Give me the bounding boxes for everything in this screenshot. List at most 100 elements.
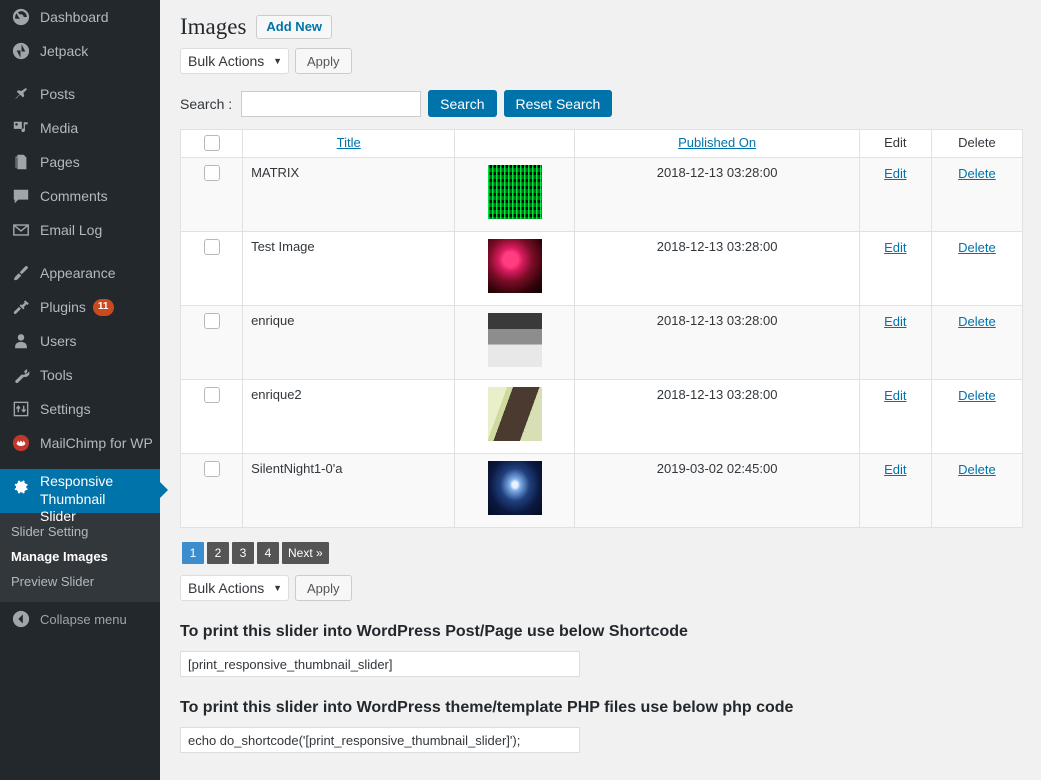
sidebar-separator: [0, 460, 160, 469]
pin-icon: [11, 84, 31, 104]
sidebar-item-responsive-thumbnail-slider[interactable]: Responsive Thumbnail Slider: [0, 469, 168, 524]
row-title: SilentNight1-0'a: [242, 453, 456, 528]
thumbnail-image: [487, 165, 542, 219]
submenu-item-preview-slider[interactable]: Preview Slider: [0, 569, 160, 594]
sidebar-item-comments[interactable]: Comments: [0, 179, 160, 213]
bulk-actions-select-bottom[interactable]: Bulk Actions: [180, 575, 289, 601]
sidebar-submenu: Slider Setting Manage Images Preview Slide…: [0, 513, 160, 602]
page-header: Images Add New: [180, 12, 1041, 41]
sidebar-item-dashboard[interactable]: Dashboard: [0, 0, 160, 34]
row-published-on: 2018-12-13 03:28:00: [574, 157, 860, 232]
add-new-button[interactable]: Add New: [256, 14, 333, 39]
table-row: enrique 2018-12-13 03:28:00 Edit Delete: [180, 305, 1023, 380]
row-delete-cell: Delete: [931, 453, 1023, 528]
delete-link[interactable]: Delete: [958, 388, 996, 403]
edit-link[interactable]: Edit: [884, 314, 906, 329]
sidebar-item-jetpack[interactable]: Jetpack: [0, 34, 160, 68]
plugins-update-badge: 11: [92, 298, 114, 316]
apply-button-top[interactable]: Apply: [295, 48, 352, 74]
delete-link[interactable]: Delete: [958, 462, 996, 477]
bulk-actions-top: Bulk Actions ▼ Apply: [180, 48, 1041, 74]
sidebar-item-label: Comments: [40, 187, 108, 204]
shortcode-input-1[interactable]: [180, 651, 580, 677]
sidebar-item-label: MailChimp for WP: [40, 434, 153, 451]
sidebar-item-email-log[interactable]: Email Log: [0, 213, 160, 247]
comment-icon: [11, 186, 31, 206]
edit-link[interactable]: Edit: [884, 462, 906, 477]
row-title: enrique2: [242, 379, 456, 454]
edit-link[interactable]: Edit: [884, 388, 906, 403]
published-on-sort-link[interactable]: Published On: [678, 135, 756, 150]
row-select-cell: [180, 453, 244, 528]
row-published-on: 2018-12-13 03:28:00: [574, 231, 860, 306]
sidebar-item-label: Settings: [40, 400, 91, 417]
row-checkbox[interactable]: [203, 313, 220, 329]
admin-sidebar: Dashboard Jetpack Posts Media Pages Comments E…: [0, 0, 168, 780]
sidebar-item-appearance[interactable]: Appearance: [0, 256, 160, 290]
sidebar-item-label: Media: [40, 119, 79, 136]
sidebar-item-label: Appearance: [40, 264, 116, 281]
collapse-icon: [11, 610, 31, 628]
bulk-actions-select-wrap-top[interactable]: Bulk Actions ▼: [180, 48, 289, 74]
row-checkbox[interactable]: [203, 387, 220, 403]
sidebar-item-posts[interactable]: Posts: [0, 77, 160, 111]
sidebar-item-users[interactable]: Users: [0, 324, 160, 358]
table-row: Test Image 2018-12-13 03:28:00 Edit Delete: [180, 231, 1023, 306]
php-code-input[interactable]: [180, 727, 580, 753]
row-select-cell: [180, 231, 244, 306]
collapse-menu-button[interactable]: Collapse menu: [0, 602, 160, 636]
mailchimp-icon: [11, 433, 31, 453]
row-thumbnail-cell: [454, 305, 576, 380]
row-delete-cell: Delete: [931, 305, 1023, 380]
thumbnail-image: [487, 461, 542, 515]
row-select-cell: [180, 157, 244, 232]
row-thumbnail-cell: [454, 157, 576, 232]
sidebar-item-media[interactable]: Media: [0, 111, 160, 145]
search-input[interactable]: [241, 90, 422, 117]
row-published-on: 2018-12-13 03:28:00: [574, 305, 860, 380]
sidebar-item-label: Plugins: [40, 298, 86, 315]
delete-link[interactable]: Delete: [958, 314, 996, 329]
delete-link[interactable]: Delete: [958, 166, 996, 181]
delete-link[interactable]: Delete: [958, 240, 996, 255]
row-checkbox[interactable]: [203, 461, 220, 477]
row-edit-cell: Edit: [859, 379, 932, 454]
apply-button-bottom[interactable]: Apply: [295, 575, 352, 601]
thumbnail-header: [454, 129, 576, 158]
sidebar-item-mailchimp-for-wp[interactable]: MailChimp for WP: [0, 426, 160, 460]
page-button-2[interactable]: 2: [207, 542, 229, 564]
row-checkbox[interactable]: [203, 165, 220, 181]
bulk-actions-select-wrap-bottom[interactable]: Bulk Actions ▼: [180, 575, 289, 601]
page-button-4[interactable]: 4: [257, 542, 279, 564]
page-button-1[interactable]: 1: [182, 542, 204, 564]
thumbnail-image: [487, 387, 542, 441]
edit-link[interactable]: Edit: [884, 166, 906, 181]
next-page-button[interactable]: Next »: [282, 542, 329, 564]
published-on-header[interactable]: Published On: [574, 129, 860, 158]
row-title: enrique: [242, 305, 456, 380]
images-table: Title Published On Edit Delete MATRIX 201…: [180, 129, 1023, 528]
title-sort-link[interactable]: Title: [337, 135, 361, 150]
sidebar-item-settings[interactable]: Settings: [0, 392, 160, 426]
reset-search-button[interactable]: Reset Search: [503, 90, 613, 117]
submenu-item-manage-images[interactable]: Manage Images: [0, 544, 160, 569]
bulk-actions-select-top[interactable]: Bulk Actions: [180, 48, 289, 74]
sidebar-item-plugins[interactable]: Plugins 11: [0, 290, 160, 324]
table-row: enrique2 2018-12-13 03:28:00 Edit Delete: [180, 379, 1023, 454]
sidebar-item-pages[interactable]: Pages: [0, 145, 160, 179]
search-button[interactable]: Search: [428, 90, 497, 117]
table-head: Title Published On Edit Delete: [180, 129, 1023, 158]
sidebar-item-tools[interactable]: Tools: [0, 358, 160, 392]
table-row: MATRIX 2018-12-13 03:28:00 Edit Delete: [180, 157, 1023, 232]
row-checkbox[interactable]: [203, 239, 220, 255]
row-title: Test Image: [242, 231, 456, 306]
row-edit-cell: Edit: [859, 231, 932, 306]
title-header[interactable]: Title: [242, 129, 456, 158]
select-all-checkbox[interactable]: [203, 135, 220, 151]
page-button-3[interactable]: 3: [232, 542, 254, 564]
row-thumbnail-cell: [454, 379, 576, 454]
table-row: SilentNight1-0'a 2019-03-02 02:45:00 Edit D…: [180, 453, 1023, 528]
edit-link[interactable]: Edit: [884, 240, 906, 255]
row-edit-cell: Edit: [859, 157, 932, 232]
envelope-icon: [11, 220, 31, 240]
